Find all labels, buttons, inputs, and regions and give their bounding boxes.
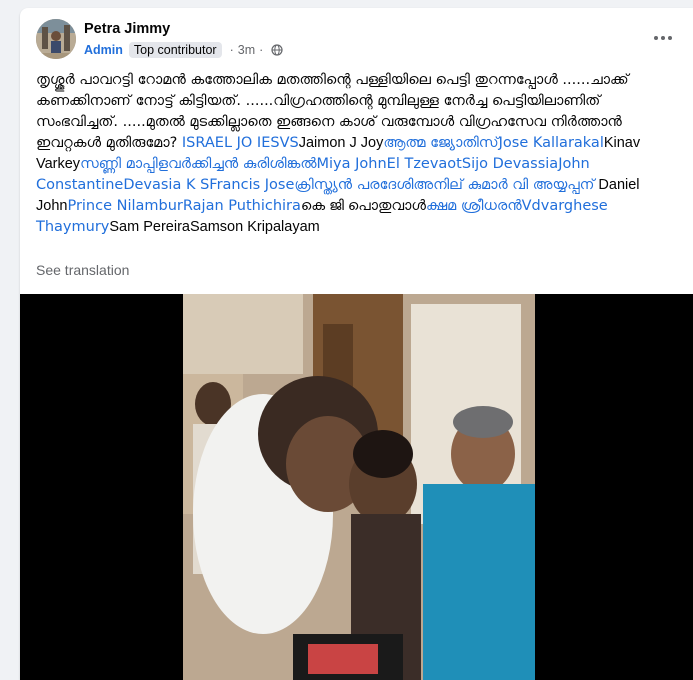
post-card: Petra Jimmy Admin Top contributor · 3m ·… [20, 8, 693, 680]
meta-separator: · [259, 43, 264, 57]
see-translation-link[interactable]: See translation [36, 262, 129, 278]
tagged-person-link[interactable]: ISRAEL JO IESVS [182, 135, 299, 151]
admin-label[interactable]: Admin [84, 43, 123, 57]
tagged-person-name: Jaimon J Joy [298, 135, 384, 151]
post-header: Petra Jimmy Admin Top contributor · 3m · [20, 8, 693, 64]
post-meta: Admin Top contributor · 3m · [84, 41, 283, 59]
globe-icon[interactable] [271, 44, 283, 56]
avatar-photo [36, 19, 76, 59]
meta-separator: · [229, 43, 234, 57]
top-contributor-badge[interactable]: Top contributor [128, 42, 222, 58]
tagged-person-link[interactable]: അനില് കുമാർ വി അയ്യപ്പന് [413, 177, 594, 193]
tagged-person-link[interactable]: Sijo Devassia [462, 156, 558, 172]
tagged-person-name: കെ ജി പൊതുവാൾ [300, 198, 426, 214]
tagged-person-link[interactable]: ക്ഷമ ശ്രീധരൻ [426, 198, 522, 214]
tagged-person-link[interactable]: Prince Nilambur [67, 198, 182, 214]
tagged-person-link[interactable]: El Tzevaot [387, 156, 462, 172]
tagged-person-name: Sam Pereira [109, 219, 190, 235]
tagged-person-link[interactable]: ക്രിസ്ത്യൻ പരദേശി [294, 177, 413, 193]
video-thumbnail [183, 294, 535, 680]
post-time[interactable]: 3m [238, 43, 255, 57]
tagged-person-link[interactable]: Miya John [317, 156, 387, 172]
tagged-person-link[interactable]: സണ്ണി മാപ്പിളവർക്കിച്ചൻ കുരിശിങ്കൽ [80, 156, 316, 172]
tagged-person-link[interactable]: Rajan Puthichira [183, 198, 301, 214]
video-player[interactable] [20, 294, 693, 680]
tagged-person-link[interactable]: ആത്മ ജ്യോതിസ് [383, 135, 498, 151]
tagged-person-name: Samson Kripalayam [189, 219, 320, 235]
more-options-icon[interactable] [645, 26, 681, 50]
author-name[interactable]: Petra Jimmy [84, 21, 170, 37]
tagged-person-link[interactable]: Jose Kallarakal [499, 135, 604, 151]
tagged-person-link[interactable]: Devasia K SFrancis Jose [123, 177, 294, 193]
post-text: തൃശ്ശൂർ പാവറട്ടി റോമൻ കത്തോലിക മതത്തിന്റ… [36, 70, 676, 238]
avatar[interactable] [36, 19, 76, 59]
video-frame[interactable] [183, 294, 535, 680]
